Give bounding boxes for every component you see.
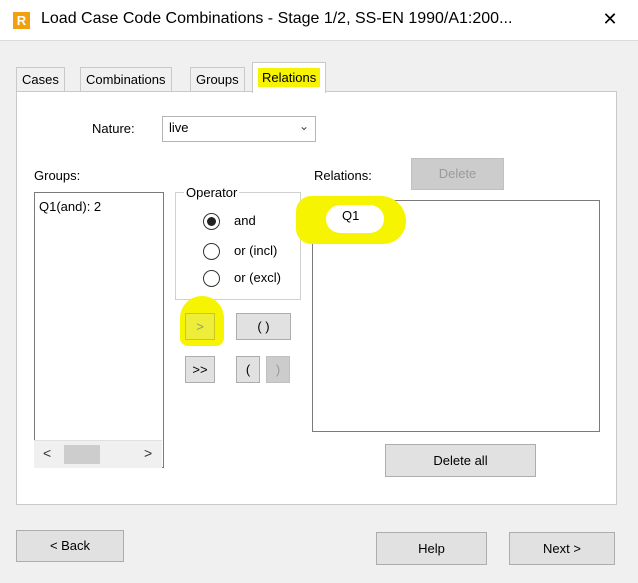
add-button[interactable]: > [185,313,215,340]
scroll-left-icon[interactable]: < [43,445,51,461]
window-title: Load Case Code Combinations - Stage 1/2,… [41,10,513,27]
paren-close-button[interactable]: ) [266,356,290,383]
nature-value: live [169,120,189,135]
groups-label: Groups: [34,168,81,183]
scroll-right-icon[interactable]: > [144,445,152,461]
tab-combinations[interactable]: Combinations [80,67,172,92]
radio-or-excl[interactable] [203,270,220,287]
tab-groups-label: Groups [196,72,239,87]
chevron-down-icon: ⌄ [298,119,309,133]
nature-label: Nature: [92,121,135,136]
radio-or-incl-label: or (incl) [234,243,278,258]
tab-relations-label: Relations [258,68,321,87]
add-all-button[interactable]: >> [185,356,215,383]
horizontal-scrollbar[interactable]: < > [34,440,162,468]
radio-and[interactable] [203,213,220,230]
nature-select[interactable]: live ⌄ [162,116,316,142]
groups-listbox[interactable]: Q1(and): 2 [34,192,164,468]
tab-relations[interactable]: Relations [252,62,327,93]
app-logo-icon: R [13,12,30,29]
tab-groups[interactable]: Groups [190,67,245,92]
paren-open-button[interactable]: ( [236,356,260,383]
operator-label: Operator [184,185,240,200]
title-bar: R Load Case Code Combinations - Stage 1/… [0,0,638,40]
radio-and-label: and [234,213,256,228]
tab-cases-label: Cases [22,72,59,87]
close-icon[interactable]: ✕ [598,9,622,30]
list-item[interactable]: Q1(and): 2 [39,199,101,214]
list-item[interactable]: Q1 [342,208,359,223]
radio-or-incl[interactable] [203,243,220,260]
next-button[interactable]: Next > [509,532,615,565]
help-button[interactable]: Help [376,532,487,565]
scrollbar-thumb[interactable] [64,445,100,464]
paren-pair-button[interactable]: ( ) [236,313,291,340]
back-button[interactable]: < Back [16,530,124,562]
tab-cases[interactable]: Cases [16,67,65,92]
delete-all-button[interactable]: Delete all [385,444,536,477]
radio-or-excl-label: or (excl) [234,270,281,285]
tab-combinations-label: Combinations [86,72,166,87]
delete-button[interactable]: Delete [411,158,504,190]
relations-label: Relations: [314,168,372,183]
